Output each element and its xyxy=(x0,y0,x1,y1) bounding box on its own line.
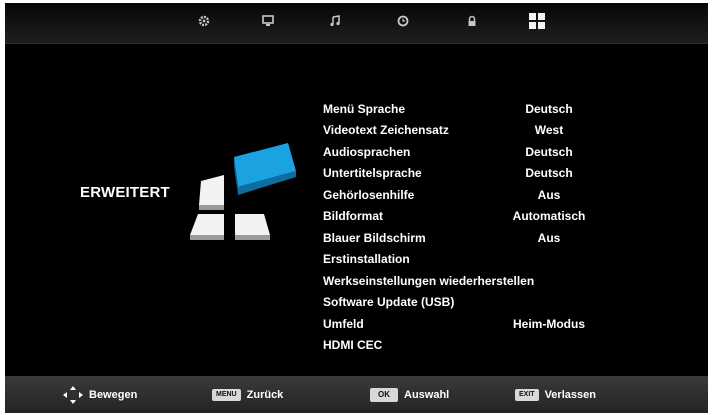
hint-select: OK Auswahl xyxy=(370,376,449,413)
menu-item-label: Untertitelsprache xyxy=(323,166,422,181)
hint-move-label: Bewegen xyxy=(89,388,138,401)
menu-item-label: Werkseinstellungen wiederherstellen xyxy=(323,273,535,288)
menu-item-software-update[interactable]: Software Update (USB) xyxy=(323,292,623,314)
menu-item-label: Audiosprachen xyxy=(323,144,411,159)
menu-item-hdmi-cec[interactable]: HDMI CEC xyxy=(323,335,623,357)
menu-item-value: Automatisch xyxy=(512,209,586,224)
menu-item-label: Gehörlosenhilfe xyxy=(323,187,415,202)
menu-item-label: Menü Sprache xyxy=(323,101,406,116)
menu-item-label: Bildformat xyxy=(323,209,383,224)
tv-menu-screen: ERWEITERT Menü Sprache Deutsch Videotext… xyxy=(5,3,708,413)
menu-item-value: Deutsch xyxy=(525,101,573,116)
menu-item-environment[interactable]: Umfeld Heim-Modus xyxy=(323,313,623,335)
hint-exit: EXIT Verlassen xyxy=(515,376,596,413)
ok-key-badge: OK xyxy=(370,387,398,402)
music-note-icon[interactable] xyxy=(328,14,342,28)
menu-item-audio-languages[interactable]: Audiosprachen Deutsch xyxy=(323,141,623,163)
menu-key-badge: MENU xyxy=(212,388,241,401)
menu-item-label: Blauer Bildschirm xyxy=(323,230,426,245)
lock-icon[interactable] xyxy=(465,14,479,28)
menu-item-first-installation[interactable]: Erstinstallation xyxy=(323,249,623,271)
section-title: ERWEITERT xyxy=(80,184,170,201)
menu-item-blue-screen[interactable]: Blauer Bildschirm Aus xyxy=(323,227,623,249)
menu-item-value: Deutsch xyxy=(525,144,573,159)
gear-icon[interactable] xyxy=(197,14,211,28)
hint-back-label: Zurück xyxy=(246,388,284,401)
menu-item-label: Software Update (USB) xyxy=(323,295,455,310)
menu-item-value: Deutsch xyxy=(525,166,573,181)
menu-item-value: West xyxy=(534,123,564,138)
navigation-hint-bar: Bewegen MENU Zurück OK Auswahl EXIT Verl… xyxy=(5,376,708,413)
hint-move: Bewegen xyxy=(61,376,137,413)
dpad-icon xyxy=(61,385,85,405)
menu-item-teletext-charset[interactable]: Videotext Zeichensatz West xyxy=(323,120,623,142)
clock-icon[interactable] xyxy=(396,14,410,28)
menu-item-hearing-impaired[interactable]: Gehörlosenhilfe Aus xyxy=(323,184,623,206)
menu-item-value: Aus xyxy=(537,230,561,245)
menu-item-picture-format[interactable]: Bildformat Automatisch xyxy=(323,206,623,228)
settings-menu: Menü Sprache Deutsch Videotext Zeichensa… xyxy=(323,98,623,356)
hint-back: MENU Zurück xyxy=(212,376,283,413)
menu-item-value: Heim-Modus xyxy=(513,316,585,331)
menu-item-menu-language[interactable]: Menü Sprache Deutsch xyxy=(323,98,623,120)
advanced-category-icon xyxy=(186,143,306,243)
menu-item-subtitle-language[interactable]: Untertitelsprache Deutsch xyxy=(323,163,623,185)
menu-item-label: Videotext Zeichensatz xyxy=(323,123,449,138)
menu-item-label: HDMI CEC xyxy=(323,338,383,353)
grid-icon[interactable] xyxy=(529,13,545,29)
menu-item-label: Erstinstallation xyxy=(323,252,410,267)
monitor-icon[interactable] xyxy=(261,14,275,28)
menu-item-value: Aus xyxy=(537,187,561,202)
hint-exit-label: Verlassen xyxy=(544,388,596,401)
menu-item-factory-reset[interactable]: Werkseinstellungen wiederherstellen xyxy=(323,270,623,292)
hint-select-label: Auswahl xyxy=(404,388,450,401)
menu-item-label: Umfeld xyxy=(323,316,364,331)
category-tab-bar xyxy=(5,3,708,44)
exit-key-badge: EXIT xyxy=(515,388,539,401)
